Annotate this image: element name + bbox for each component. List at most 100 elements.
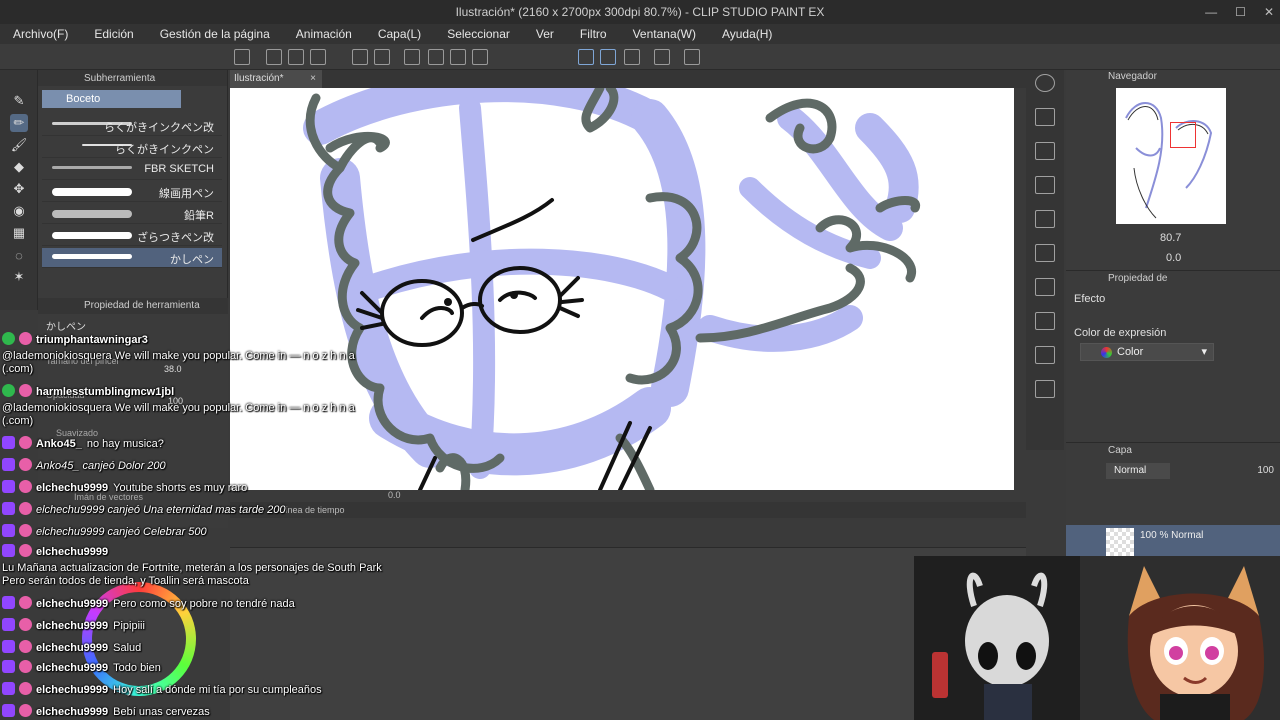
home-icon[interactable] bbox=[234, 49, 250, 65]
chat-message: elchechu9999 bbox=[2, 544, 113, 558]
close-button[interactable]: ✕ bbox=[1264, 5, 1274, 19]
menu-help[interactable]: Ayuda(H) bbox=[709, 27, 785, 41]
chat-username: Anko45_ bbox=[36, 438, 82, 450]
snap-ruler-icon[interactable] bbox=[578, 49, 594, 65]
chat-text: Hoy salí a dónde mi tía por su cumpleaño… bbox=[113, 684, 322, 696]
material-icon[interactable] bbox=[1035, 244, 1055, 262]
sub-badge-icon bbox=[2, 682, 15, 695]
window-title: Ilustración* (2160 x 2700px 300dpi 80.7%… bbox=[455, 5, 825, 19]
brush-name: 線画用ペン bbox=[159, 188, 214, 200]
sub-badge-icon bbox=[2, 436, 15, 449]
clear-icon[interactable] bbox=[428, 49, 444, 65]
fill-tool-icon[interactable]: ◉ bbox=[10, 202, 28, 220]
chat-text: Anko45_ canjeó Dolor 200 bbox=[36, 460, 166, 472]
open-file-icon[interactable] bbox=[288, 49, 304, 65]
subtool-group-tab[interactable]: Boceto bbox=[42, 90, 181, 108]
undo-icon[interactable] bbox=[352, 49, 368, 65]
brush-item-selected[interactable]: かしペン bbox=[42, 248, 222, 268]
export-icon[interactable] bbox=[1035, 142, 1055, 160]
chat-username: elchechu9999 bbox=[36, 482, 109, 494]
navigator-view-rect[interactable] bbox=[1170, 122, 1196, 148]
navigator-zoom[interactable]: 80.7 bbox=[1160, 232, 1181, 244]
menu-bar: Archivo(F) Edición Gestión de la página … bbox=[0, 24, 1280, 44]
brush-item[interactable]: 線画用ペン bbox=[42, 182, 222, 202]
transform-icon[interactable] bbox=[1035, 176, 1055, 194]
title-bar: Ilustración* (2160 x 2700px 300dpi 80.7%… bbox=[0, 0, 1280, 24]
tool-property-title: Propiedad de herramienta bbox=[38, 298, 228, 314]
menu-page[interactable]: Gestión de la página bbox=[147, 27, 283, 41]
grid-tool-icon[interactable]: ▦ bbox=[10, 224, 28, 242]
pencil-tool-icon[interactable]: ✏ bbox=[10, 114, 28, 132]
chat-message-text: @lademoniokiosquera We will make you pop… bbox=[2, 402, 355, 427]
user-badge-icon bbox=[19, 640, 32, 653]
share-icon[interactable] bbox=[1035, 380, 1055, 398]
menu-file[interactable]: Archivo(F) bbox=[0, 27, 81, 41]
right-icon-strip bbox=[1026, 70, 1064, 450]
crop-icon[interactable] bbox=[472, 49, 488, 65]
menu-filter[interactable]: Filtro bbox=[567, 27, 620, 41]
menu-window[interactable]: Ventana(W) bbox=[620, 27, 709, 41]
chat-message: Anko45_ canjeó Dolor 200 bbox=[2, 458, 166, 472]
chat-message: elchechu9999 Pero como soy pobre no tendr… bbox=[2, 596, 295, 610]
canvas-tab-label: Ilustración* bbox=[234, 73, 284, 84]
menu-view[interactable]: Ver bbox=[523, 27, 567, 41]
help-icon[interactable] bbox=[684, 49, 700, 65]
redo-icon[interactable] bbox=[374, 49, 390, 65]
new-file-icon[interactable] bbox=[266, 49, 282, 65]
subtool-panel-title: Subherramienta bbox=[38, 70, 227, 86]
navigator-rotation[interactable]: 0.0 bbox=[1166, 252, 1181, 264]
navigator-thumbnail[interactable] bbox=[1116, 88, 1226, 224]
brush-tool-icon[interactable]: 🖌 bbox=[10, 136, 28, 154]
camera-icon[interactable] bbox=[1035, 346, 1055, 364]
chat-text: elchechu9999 canjeó Celebrar 500 bbox=[36, 526, 207, 538]
menu-edit[interactable]: Edición bbox=[81, 27, 146, 41]
close-tab-icon[interactable]: × bbox=[310, 70, 316, 88]
chat-message-text: @lademoniokiosquera We will make you pop… bbox=[2, 350, 355, 375]
chat-text: elchechu9999 canjeó Una eternidad mas ta… bbox=[36, 504, 286, 516]
sub-badge-icon bbox=[2, 704, 15, 717]
layer-opacity[interactable]: 100 bbox=[1257, 465, 1274, 476]
sub-badge-icon bbox=[2, 524, 15, 537]
canvas-tab[interactable]: Ilustración* × bbox=[230, 70, 322, 88]
snap-special-ruler-icon[interactable] bbox=[600, 49, 616, 65]
lasso-tool-icon[interactable]: ◌ bbox=[10, 246, 28, 264]
menu-select[interactable]: Seleccionar bbox=[434, 27, 523, 41]
chat-text: Salud bbox=[113, 642, 142, 654]
edit-icon[interactable] bbox=[1035, 312, 1055, 330]
effect-label: Efecto bbox=[1074, 293, 1106, 305]
brush-name: 鉛筆R bbox=[184, 210, 214, 222]
user-badge-icon bbox=[19, 384, 32, 397]
crop-frame-icon[interactable] bbox=[1035, 278, 1055, 296]
eraser-tool-icon[interactable]: ◆ bbox=[10, 158, 28, 176]
window-controls: — ☐ ✕ bbox=[1205, 0, 1274, 24]
chat-message-text: Lu Mañana actualizacion de Fortnite, met… bbox=[2, 562, 382, 587]
user-badge-icon bbox=[19, 332, 32, 345]
import-icon[interactable] bbox=[1035, 108, 1055, 126]
maximize-button[interactable]: ☐ bbox=[1235, 5, 1246, 19]
chat-username: elchechu9999 bbox=[36, 598, 109, 610]
pen-tool-icon[interactable]: ✎ bbox=[10, 92, 28, 110]
settings-gear-icon[interactable] bbox=[404, 49, 420, 65]
brush-item[interactable]: FBR SKETCH bbox=[42, 160, 222, 180]
clipboard-icon[interactable] bbox=[654, 49, 670, 65]
layer-settings-icon[interactable] bbox=[1035, 210, 1055, 228]
brush-item[interactable]: らくがきインクペン bbox=[42, 138, 222, 158]
menu-animation[interactable]: Animación bbox=[283, 27, 365, 41]
save-icon[interactable] bbox=[310, 49, 326, 65]
brush-item[interactable]: ざらつきペン改 bbox=[42, 226, 222, 246]
move-tool-icon[interactable]: ✥ bbox=[10, 180, 28, 198]
brush-item[interactable]: らくがきインクペン改 bbox=[42, 116, 222, 136]
user-badge-icon bbox=[19, 682, 32, 695]
snap-grid-icon[interactable] bbox=[624, 49, 640, 65]
minimize-button[interactable]: — bbox=[1205, 5, 1217, 19]
blend-mode-select[interactable]: Normal bbox=[1106, 463, 1170, 479]
search-icon[interactable] bbox=[1035, 74, 1055, 92]
chat-text: Bebí unas cervezas bbox=[113, 706, 210, 718]
expression-color-select[interactable]: Color ▾ bbox=[1080, 343, 1214, 361]
webcam-overlay bbox=[914, 556, 1280, 720]
brush-item[interactable]: 鉛筆R bbox=[42, 204, 222, 224]
sparkle-tool-icon[interactable]: ✶ bbox=[10, 268, 28, 286]
sub-badge-icon bbox=[2, 502, 15, 515]
fill-icon[interactable] bbox=[450, 49, 466, 65]
menu-layer[interactable]: Capa(L) bbox=[365, 27, 434, 41]
